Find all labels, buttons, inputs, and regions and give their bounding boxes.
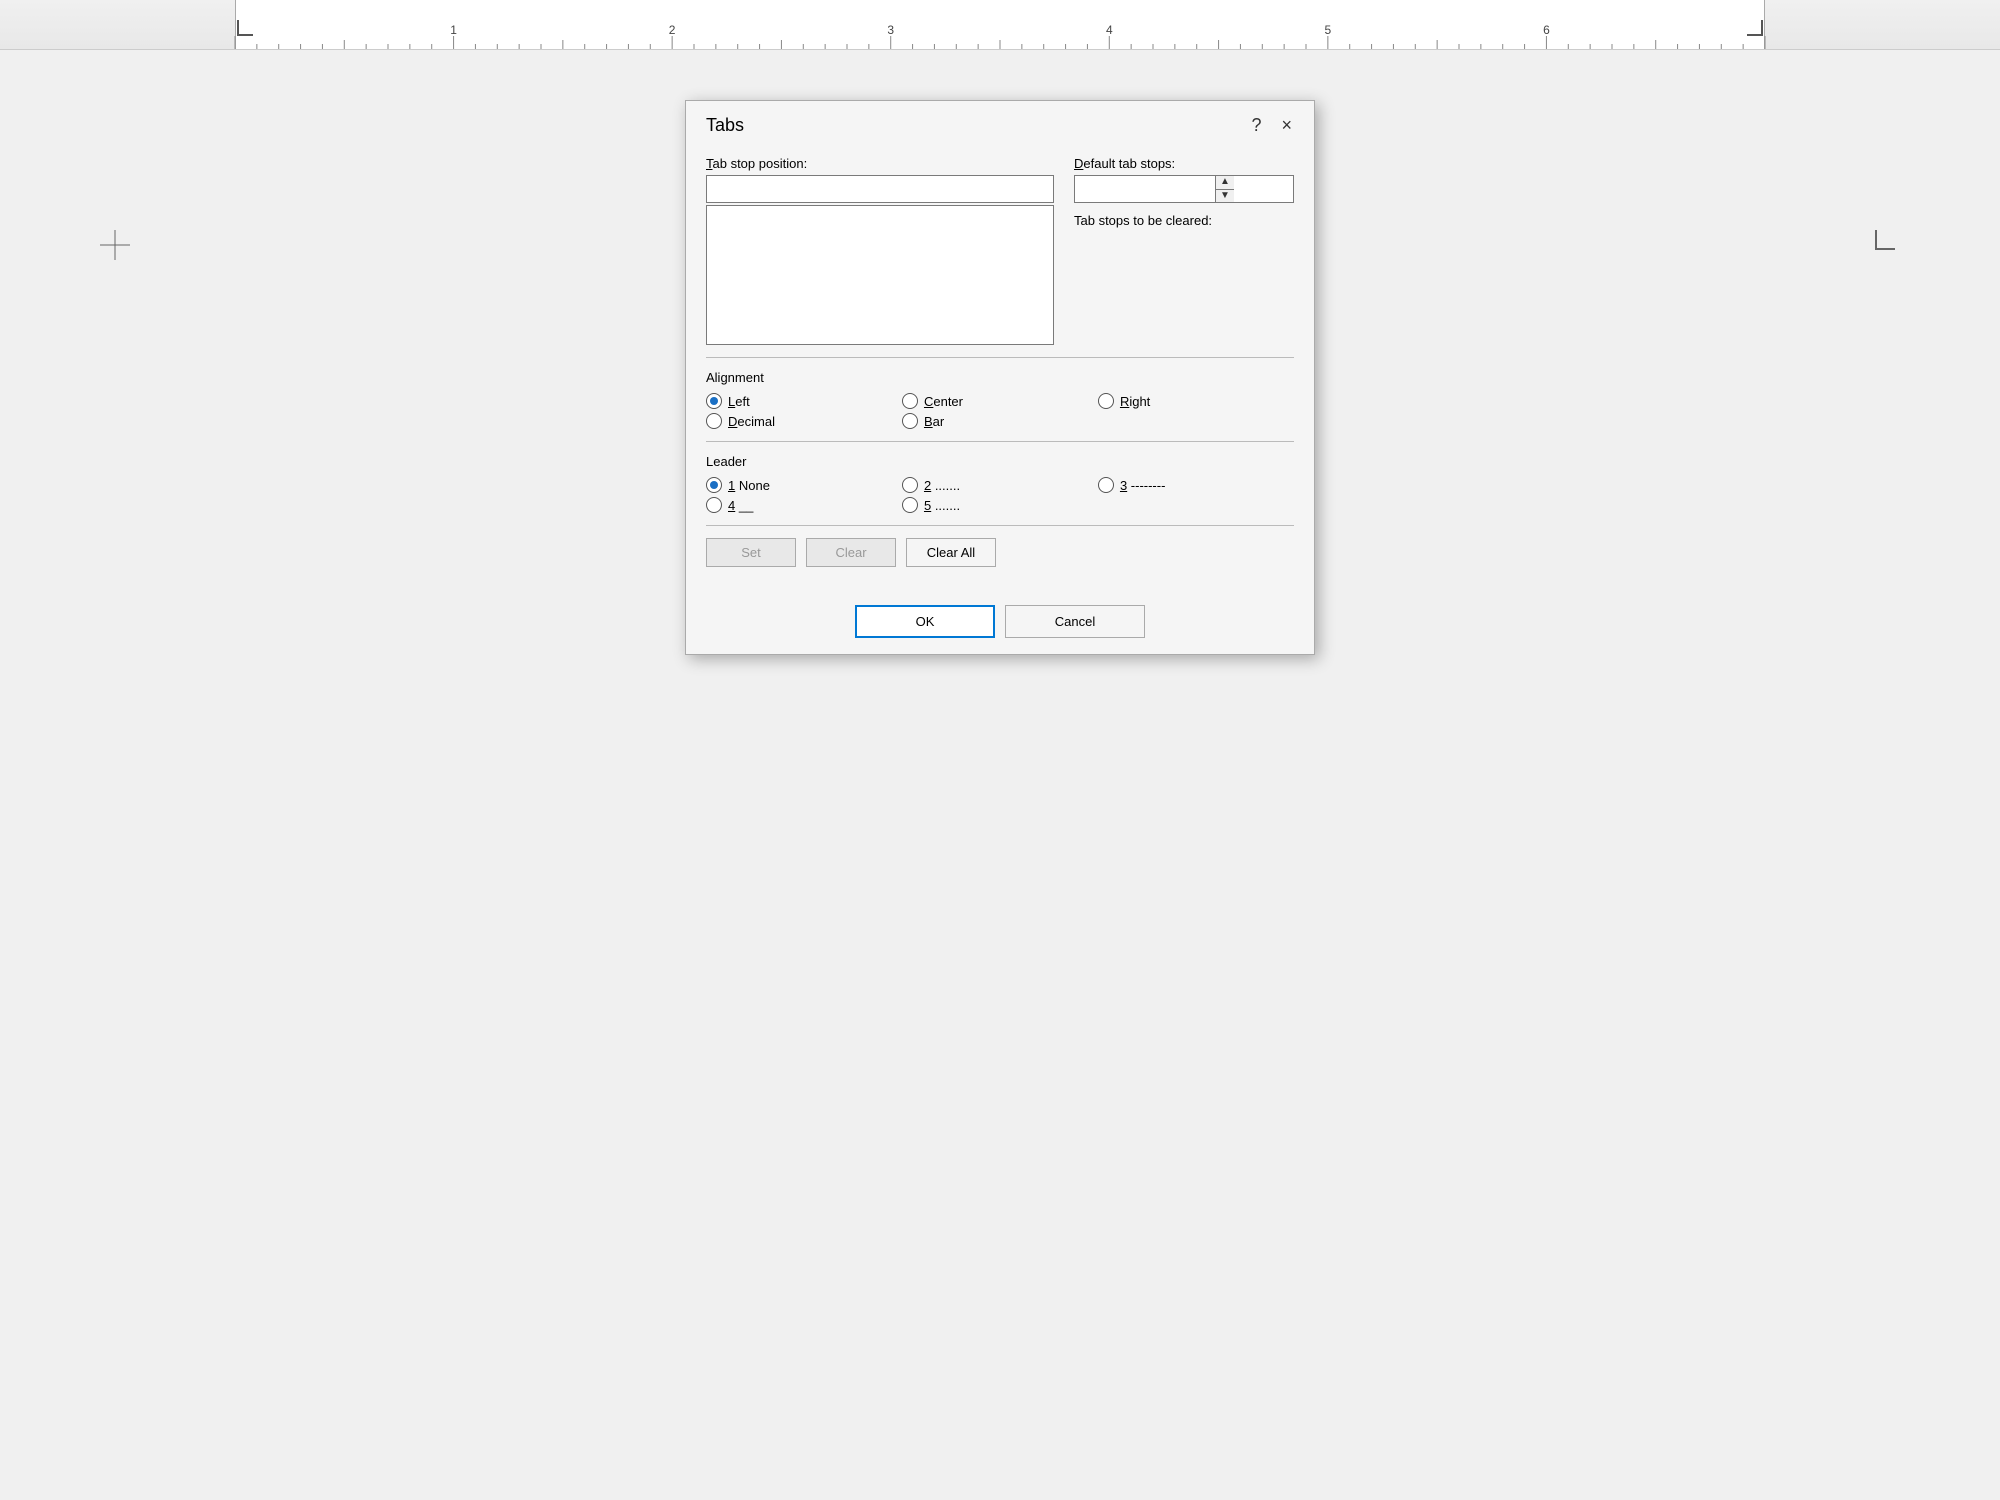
radio-right-indicator — [1098, 393, 1114, 409]
default-tab-stops-label: Default tab stops: — [1074, 156, 1294, 171]
leader-3-label: 3 -------- — [1120, 478, 1165, 493]
divider-1 — [706, 357, 1294, 358]
top-row: Tab stop position: Default tab stops: 0.… — [706, 156, 1294, 345]
alignment-spacer — [1098, 413, 1294, 429]
spinner-down-button[interactable]: ▼ — [1216, 190, 1234, 203]
set-button[interactable]: Set — [706, 538, 796, 567]
alignment-center-label: Center — [924, 394, 963, 409]
right-column: Default tab stops: 0.5" ▲ ▼ Tab stops to… — [1074, 156, 1294, 345]
leader-section-label: Leader — [706, 454, 1294, 469]
leader-3[interactable]: 3 -------- — [1098, 477, 1294, 493]
spinner-buttons: ▲ ▼ — [1215, 176, 1234, 202]
radio-leader-3-indicator — [1098, 477, 1114, 493]
close-button[interactable]: × — [1275, 113, 1298, 138]
leader-4-underline: 4 — [728, 498, 735, 513]
alignment-row-1: Left Center Right — [706, 393, 1294, 409]
divider-2 — [706, 441, 1294, 442]
alignment-decimal[interactable]: Decimal — [706, 413, 902, 429]
radio-leader-5-indicator — [902, 497, 918, 513]
spinner-up-button[interactable]: ▲ — [1216, 176, 1234, 190]
tab-stop-position-input[interactable] — [706, 175, 1054, 203]
alignment-decimal-underline: D — [728, 414, 737, 429]
dialog-overlay: Tabs ? × Tab stop position: Defau — [0, 50, 2000, 1500]
leader-radio-group: 1 None 2 ....... 3 -------- 4 __ — [706, 477, 1294, 513]
alignment-radio-group: Left Center Right Decimal — [706, 393, 1294, 429]
alignment-bar[interactable]: Bar — [902, 413, 1098, 429]
ruler: 123456 — [0, 0, 2000, 50]
alignment-center[interactable]: Center — [902, 393, 1098, 409]
alignment-row-2: Decimal Bar — [706, 413, 1294, 429]
clear-button[interactable]: Clear — [806, 538, 896, 567]
clear-all-button[interactable]: Clear All — [906, 538, 996, 567]
radio-left-indicator — [706, 393, 722, 409]
default-tab-input-wrapper: 0.5" ▲ ▼ — [1074, 175, 1294, 203]
help-button[interactable]: ? — [1245, 113, 1267, 138]
leader-1-label: 1 None — [728, 478, 770, 493]
leader-5-underline: 5 — [924, 498, 931, 513]
dialog-title: Tabs — [706, 115, 744, 136]
alignment-center-underline: C — [924, 394, 933, 409]
radio-decimal-indicator — [706, 413, 722, 429]
ok-button[interactable]: OK — [855, 605, 995, 638]
tab-marker-left — [237, 20, 253, 36]
leader-spacer — [1098, 497, 1294, 513]
tab-stop-list-inner — [707, 206, 1053, 344]
radio-leader-4-indicator — [706, 497, 722, 513]
action-buttons-row: Set Clear Clear All — [706, 538, 1294, 567]
left-column: Tab stop position: — [706, 156, 1054, 345]
leader-5-label: 5 ....... — [924, 498, 960, 513]
leader-row-2: 4 __ 5 ....... — [706, 497, 1294, 513]
radio-bar-indicator — [902, 413, 918, 429]
leader-row-1: 1 None 2 ....... 3 -------- — [706, 477, 1294, 493]
leader-3-underline: 3 — [1120, 478, 1127, 493]
dialog-footer: OK Cancel — [686, 597, 1314, 654]
alignment-left[interactable]: Left — [706, 393, 902, 409]
leader-4-label: 4 __ — [728, 498, 753, 513]
leader-2-label: 2 ....... — [924, 478, 960, 493]
cancel-button[interactable]: Cancel — [1005, 605, 1145, 638]
alignment-left-underline: L — [728, 394, 735, 409]
alignment-right-label: Right — [1120, 394, 1150, 409]
alignment-right[interactable]: Right — [1098, 393, 1294, 409]
dialog-body: Tab stop position: Default tab stops: 0.… — [686, 146, 1314, 597]
alignment-bar-label: Bar — [924, 414, 944, 429]
tab-marker-right — [1747, 20, 1763, 36]
tab-stop-position-underline-t: T — [706, 156, 713, 171]
alignment-bar-underline: B — [924, 414, 933, 429]
radio-leader-2-indicator — [902, 477, 918, 493]
leader-4[interactable]: 4 __ — [706, 497, 902, 513]
tab-stop-list[interactable] — [706, 205, 1054, 345]
radio-center-indicator — [902, 393, 918, 409]
divider-3 — [706, 525, 1294, 526]
default-tab-stops-input[interactable]: 0.5" — [1075, 176, 1215, 202]
leader-1-underline: 1 — [728, 478, 735, 493]
tab-stop-position-label: Tab stop position: — [706, 156, 1054, 171]
ruler-white-area — [235, 0, 1765, 49]
alignment-right-underline: R — [1120, 394, 1129, 409]
alignment-section-label: Alignment — [706, 370, 1294, 385]
radio-leader-1-indicator — [706, 477, 722, 493]
leader-1[interactable]: 1 None — [706, 477, 902, 493]
leader-2[interactable]: 2 ....... — [902, 477, 1098, 493]
tabs-dialog: Tabs ? × Tab stop position: Defau — [685, 100, 1315, 655]
alignment-left-label: Left — [728, 394, 750, 409]
tab-stops-cleared-label: Tab stops to be cleared: — [1074, 213, 1294, 228]
leader-5[interactable]: 5 ....... — [902, 497, 1098, 513]
leader-2-underline: 2 — [924, 478, 931, 493]
dialog-titlebar: Tabs ? × — [686, 101, 1314, 146]
dialog-controls: ? × — [1245, 113, 1298, 138]
alignment-decimal-label: Decimal — [728, 414, 775, 429]
